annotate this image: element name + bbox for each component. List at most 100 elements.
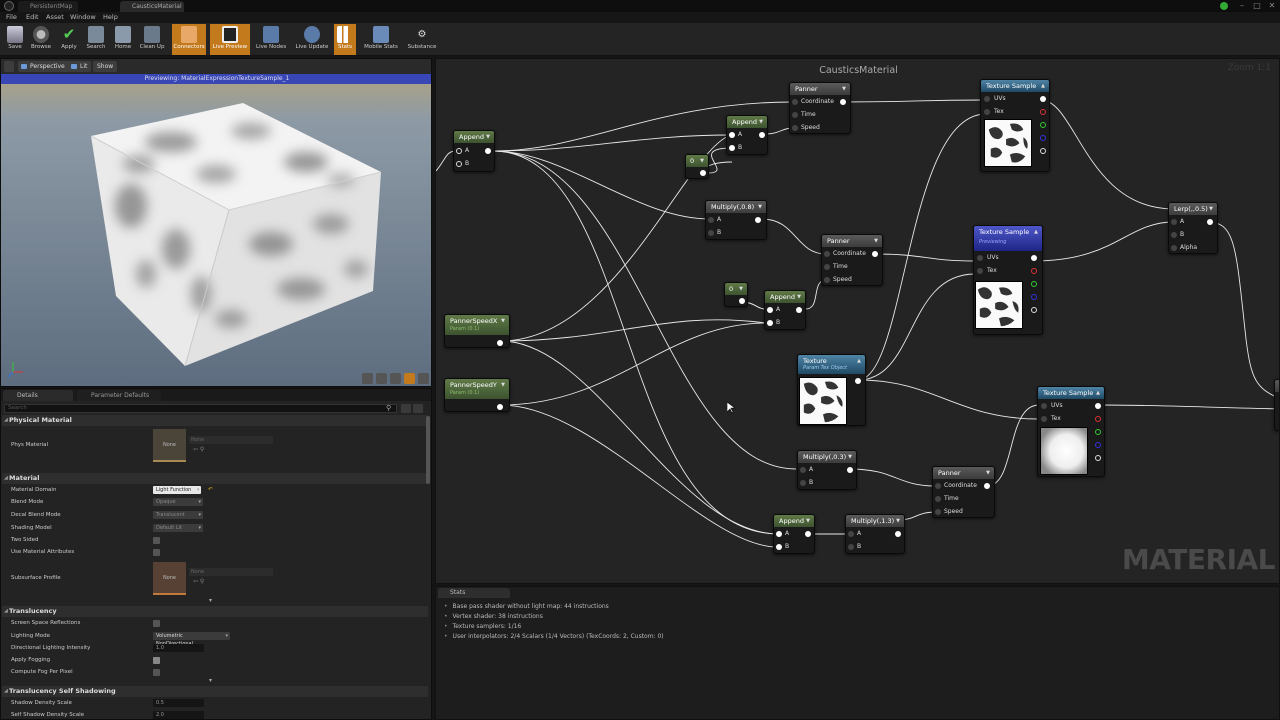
- input-pin[interactable]: [767, 320, 773, 326]
- close-icon[interactable]: ✕: [1264, 1, 1280, 11]
- output-a-pin[interactable]: [1040, 148, 1046, 154]
- collapse-icon[interactable]: ▲: [1041, 80, 1045, 92]
- input-pin[interactable]: [977, 255, 983, 261]
- input-pin[interactable]: [800, 480, 806, 486]
- input-pin[interactable]: [729, 145, 735, 151]
- stats-button[interactable]: Stats: [334, 24, 356, 55]
- minimize-icon[interactable]: –: [1234, 1, 1250, 11]
- menu-window[interactable]: Window: [70, 12, 96, 23]
- node-constant-0-b[interactable]: 0 ▼: [724, 282, 748, 307]
- node-lerp[interactable]: Lerp(,,0.5) ▼ A B Alpha: [1168, 202, 1218, 254]
- maximize-icon[interactable]: □: [1249, 1, 1265, 11]
- output-pin[interactable]: [872, 251, 878, 257]
- tab-caustics-material[interactable]: CausticsMaterial: [120, 1, 184, 12]
- output-pin[interactable]: [855, 378, 861, 384]
- input-pin[interactable]: [984, 96, 990, 102]
- node-multiply-0-8[interactable]: Multiply(,0.8) ▼ A B: [705, 200, 767, 240]
- node-panner-speed-y[interactable]: PannerSpeedY ▼ Param (0.1): [444, 378, 510, 412]
- collapse-icon[interactable]: ▲: [1034, 226, 1038, 238]
- collapse-icon[interactable]: ▼: [848, 451, 852, 463]
- output-pin[interactable]: [984, 483, 990, 489]
- live-nodes-button[interactable]: Live Nodes: [256, 24, 286, 55]
- node-panner-3[interactable]: Panner ▼ Coordinate Time Speed: [932, 466, 995, 518]
- preview-shape-cylinder-button[interactable]: [362, 373, 373, 384]
- output-a-pin[interactable]: [1095, 455, 1101, 461]
- preview-shape-mesh-button[interactable]: [418, 373, 429, 384]
- preview-shape-sphere-button[interactable]: [376, 373, 387, 384]
- output-rgb-pin[interactable]: [1031, 255, 1037, 261]
- output-r-pin[interactable]: [1031, 268, 1037, 274]
- browse-button[interactable]: Browse: [26, 24, 56, 55]
- input-pin[interactable]: [792, 99, 798, 105]
- lit-button[interactable]: Lit: [68, 61, 92, 72]
- input-pin[interactable]: [977, 268, 983, 274]
- output-r-pin[interactable]: [1040, 109, 1046, 115]
- output-pin[interactable]: [759, 132, 765, 138]
- material-graph[interactable]: CausticsMaterial Zoom 1:1 MATERIAL Appen…: [435, 58, 1280, 584]
- output-b-pin[interactable]: [1031, 294, 1037, 300]
- menu-help[interactable]: Help: [103, 12, 118, 23]
- substance-button[interactable]: ⚙ Substance: [406, 24, 438, 55]
- input-pin[interactable]: [824, 277, 830, 283]
- phys-material-thumbnail[interactable]: None: [153, 429, 186, 462]
- tab-persistent-map[interactable]: PersistentMap: [18, 1, 78, 12]
- use-material-attributes-checkbox[interactable]: [153, 549, 160, 556]
- input-pin[interactable]: [729, 132, 735, 138]
- tab-parameter-defaults[interactable]: Parameter Defaults: [77, 390, 161, 401]
- collapse-icon[interactable]: ▼: [842, 83, 846, 95]
- node-append-2[interactable]: Append ▼ A B: [726, 115, 768, 155]
- menu-asset[interactable]: Asset: [46, 12, 64, 23]
- eye-icon[interactable]: [413, 404, 423, 413]
- input-pin[interactable]: [776, 544, 782, 550]
- blend-mode-dropdown[interactable]: Opaque ▾: [153, 498, 203, 506]
- output-pin[interactable]: [847, 467, 853, 473]
- node-texture-sample-2[interactable]: Texture Sample ▲ Previewing UVs Tex: [973, 225, 1043, 335]
- live-update-button[interactable]: Live Update: [295, 24, 329, 55]
- directional-lighting-intensity-input[interactable]: 1.0: [153, 644, 204, 652]
- collapse-icon[interactable]: ▼: [797, 291, 801, 303]
- input-pin[interactable]: [792, 112, 798, 118]
- details-search-input[interactable]: Search: [4, 404, 397, 413]
- input-pin[interactable]: [1041, 403, 1047, 409]
- node-constant-0-a[interactable]: 0 ▼: [685, 154, 709, 179]
- input-pin[interactable]: [776, 531, 782, 537]
- viewport-menu-button[interactable]: [4, 61, 14, 72]
- apply-button[interactable]: ✔ Apply: [54, 24, 84, 55]
- category-physical-material[interactable]: ◢ Physical Material: [2, 415, 428, 426]
- collapse-icon[interactable]: ▼: [759, 116, 763, 128]
- category-translucency[interactable]: ◢ Translucency: [2, 606, 428, 617]
- output-pin[interactable]: [497, 340, 503, 346]
- collapse-icon[interactable]: ▼: [739, 283, 743, 295]
- phys-material-dropdown[interactable]: None: [189, 436, 273, 444]
- apply-fogging-checkbox[interactable]: [153, 657, 160, 664]
- input-pin[interactable]: [824, 264, 830, 270]
- input-pin[interactable]: [1171, 232, 1177, 238]
- input-pin[interactable]: [792, 125, 798, 131]
- collapse-icon[interactable]: ▼: [501, 315, 505, 327]
- input-pin[interactable]: [767, 307, 773, 313]
- reset-arrow-icon[interactable]: ↶: [208, 486, 213, 493]
- input-pin[interactable]: [848, 531, 854, 537]
- node-material-result[interactable]: [1274, 379, 1279, 431]
- input-pin[interactable]: [1041, 416, 1047, 422]
- menu-edit[interactable]: Edit: [26, 12, 39, 23]
- node-multiply-0-3[interactable]: Multiply(,0.3) ▼ A B: [797, 450, 857, 490]
- material-domain-dropdown[interactable]: Light Function ▾: [153, 486, 202, 494]
- collapse-icon[interactable]: ▼: [874, 235, 878, 247]
- output-pin[interactable]: [805, 531, 811, 537]
- advanced-expand-icon[interactable]: ▾: [209, 677, 212, 684]
- collapse-icon[interactable]: ▼: [700, 155, 704, 167]
- output-pin[interactable]: [485, 148, 491, 154]
- collapse-icon[interactable]: ▼: [896, 515, 900, 527]
- output-pin[interactable]: [755, 217, 761, 223]
- home-button[interactable]: Home: [108, 24, 138, 55]
- node-panner-speed-x[interactable]: PannerSpeedX ▼ Param (0.1): [444, 314, 510, 348]
- input-pin[interactable]: [935, 483, 941, 489]
- output-r-pin[interactable]: [1095, 416, 1101, 422]
- decal-blend-mode-dropdown[interactable]: Translucent ▾: [153, 511, 203, 519]
- details-scrollbar[interactable]: [426, 416, 430, 484]
- input-pin[interactable]: [935, 509, 941, 515]
- collapse-icon[interactable]: ▼: [486, 131, 490, 143]
- grid-view-icon[interactable]: [401, 404, 411, 413]
- collapse-icon[interactable]: ▼: [1209, 203, 1213, 215]
